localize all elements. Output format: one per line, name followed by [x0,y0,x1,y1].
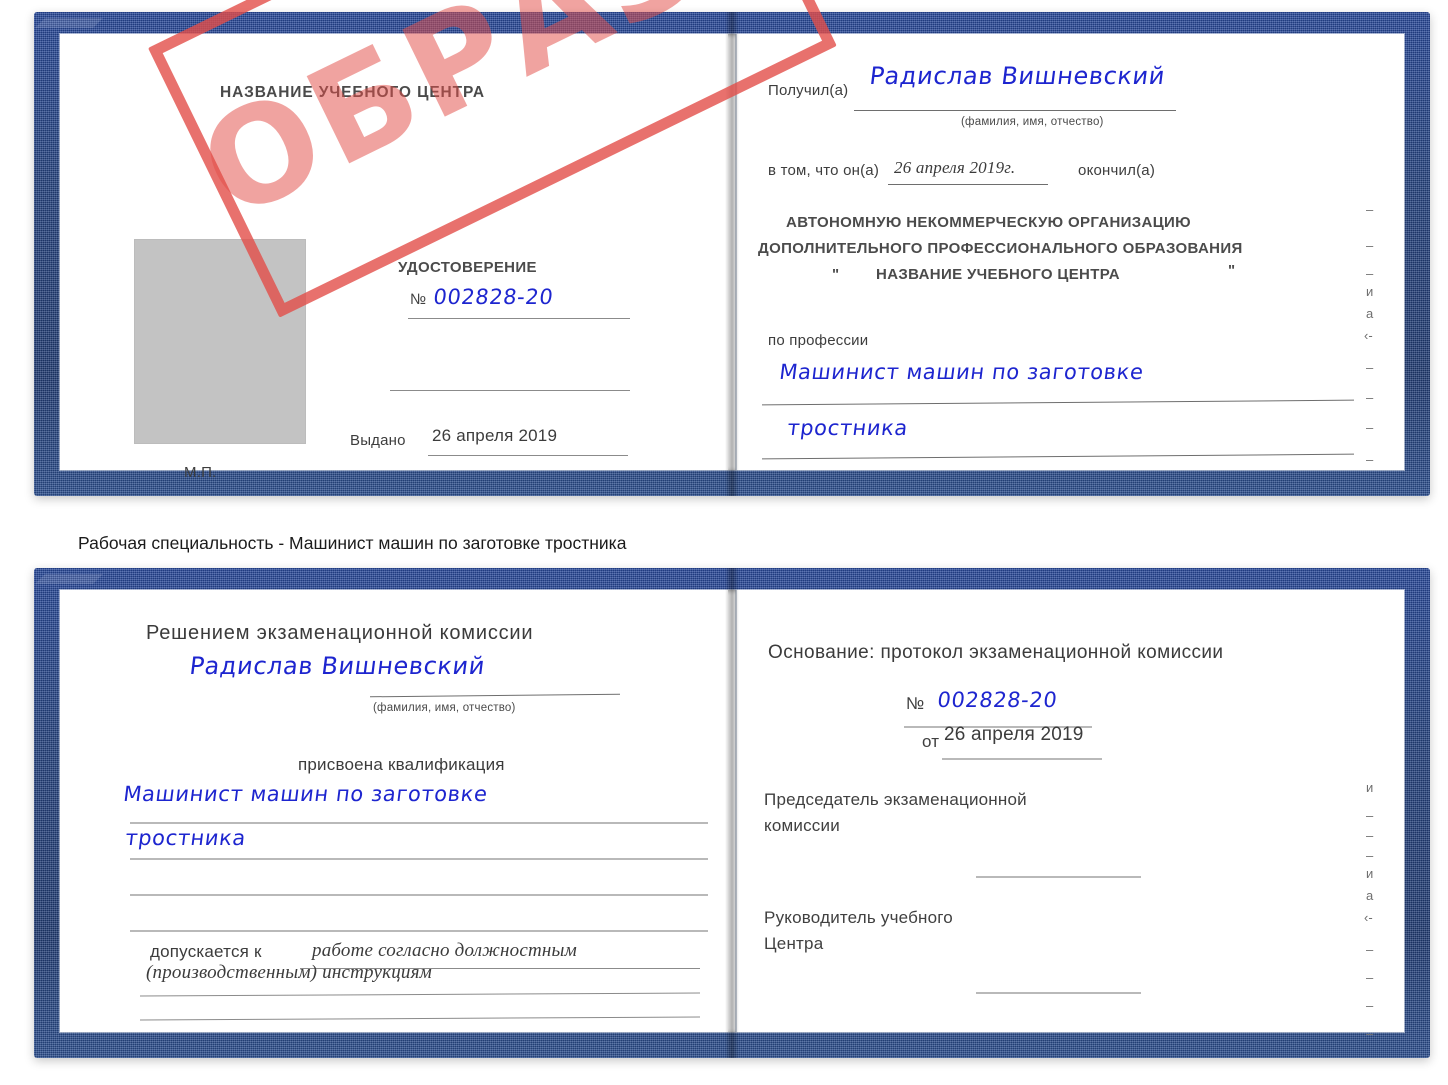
qualification-value-line-2: тростника [124,826,248,850]
margin-mark: – [1366,848,1374,863]
issued-label: Выдано [350,432,406,449]
front-right-content: Получил(а) Радислав Вишневский (фамилия,… [736,34,1404,470]
finished-label: окончил(а) [1078,162,1156,179]
margin-mark: а [1366,888,1374,903]
decision-name-rule [370,693,620,698]
organization-quote-close: " [1228,262,1236,279]
certificate-back-book: Решением экзаменационной комиссии Радисл… [34,568,1430,1058]
back-right-content: Основание: протокол экзаменационной коми… [736,590,1404,1041]
margin-mark: ‹- [1364,328,1373,343]
profession-rule-1 [762,399,1355,406]
received-label: Получил(а) [768,82,849,99]
photo-placeholder [134,239,306,444]
seal-place-label: М.П. [184,464,217,481]
profession-value-line-2: тростника [786,416,910,440]
margin-mark: – [1366,808,1374,823]
page-gutter [735,34,738,470]
margin-mark: – [1366,1026,1374,1041]
fio-hint-back: (фамилия, имя, отчество) [373,702,516,714]
margin-mark: ‹- [1364,910,1373,925]
margin-mark: и [1366,284,1374,299]
organization-line-3: НАЗВАНИЕ УЧЕБНОГО ЦЕНТРА [876,266,1120,283]
page-gutter-2 [735,590,738,1032]
image-caption: Рабочая специальность - Машинист машин п… [78,533,627,553]
certificate-number-sign: № [410,291,427,308]
qualification-value-line-1: Машинист машин по заготовке [122,782,490,806]
cover-fold-top-left-2 [35,574,103,584]
margin-mark: и [1366,780,1374,795]
protocol-date-rule [942,758,1103,760]
document-type-label: УДОСТОВЕРЕНИЕ [398,259,537,276]
admitted-rule-3 [140,1016,700,1021]
admitted-rule-2 [140,992,700,997]
protocol-date-label: от [922,732,940,751]
head-signature-rule [976,992,1142,994]
blank-rule-1 [390,390,630,391]
margin-mark: – [1366,970,1374,985]
received-rule [854,110,1177,111]
margin-mark: и [1366,866,1374,881]
chairman-label-line-2: комиссии [764,816,840,835]
protocol-date-value: 26 апреля 2019 [944,724,1084,745]
protocol-number-value: 002828-20 [936,688,1059,712]
head-label-line-2: Центра [764,934,824,953]
cover-fold-top-left [35,18,103,28]
qualification-rule-1 [130,822,708,824]
protocol-number-sign: № [906,694,925,713]
qualification-rule-4 [130,930,708,932]
margin-mark: – [1366,942,1374,957]
decision-name-value: Радислав Вишневский [188,652,487,680]
margin-mark: – [1366,266,1374,281]
admitted-label: допускается к [150,942,262,961]
issued-rule [428,455,628,456]
organization-line-2: ДОПОЛНИТЕЛЬНОГО ПРОФЕССИОНАЛЬНОГО ОБРАЗО… [758,240,1243,257]
received-name-value: Радислав Вишневский [868,62,1167,90]
certificate-front-pages: НАЗВАНИЕ УЧЕБНОГО ЦЕНТРА УДОСТОВЕРЕНИЕ №… [60,0,1404,481]
qualification-label: присвоена квалификация [298,755,505,774]
certificate-front-book: НАЗВАНИЕ УЧЕБНОГО ЦЕНТРА УДОСТОВЕРЕНИЕ №… [34,0,1430,496]
completion-date-rule [888,184,1049,185]
margin-mark: – [1366,998,1374,1013]
margin-mark: – [1366,390,1374,405]
training-center-name-heading: НАЗВАНИЕ УЧЕБНОГО ЦЕНТРА [220,84,485,101]
certificate-back-pages: Решением экзаменационной комиссии Радисл… [60,590,1404,1041]
margin-mark: – [1366,360,1374,375]
margin-mark: – [1366,828,1374,843]
organization-quote-open: " [832,266,840,283]
chairman-label-line-1: Председатель экзаменационной [764,790,1027,809]
admitted-value-line-2: (производственным) инструкциям [146,962,432,983]
qualification-rule-3 [130,894,708,896]
certificate-number-rule [408,318,630,319]
organization-line-1: АВТОНОМНУЮ НЕКОММЕРЧЕСКУЮ ОРГАНИЗАЦИЮ [786,214,1191,231]
completion-date-value: 26 апреля 2019г. [894,158,1016,177]
margin-mark: – [1366,420,1374,435]
chairman-signature-rule [976,876,1142,878]
profession-value-line-1: Машинист машин по заготовке [778,360,1146,384]
margin-mark: а [1366,306,1374,321]
fio-hint-front: (фамилия, имя, отчество) [961,116,1104,128]
profession-label: по профессии [768,332,869,349]
margin-mark: – [1366,238,1374,253]
issued-date-value: 26 апреля 2019 [432,426,558,445]
profession-rule-2 [762,453,1355,460]
margin-mark: – [1366,202,1374,217]
admitted-value-line-1: работе согласно должностным [312,940,577,961]
margin-mark: – [1366,452,1374,467]
decision-title: Решением экзаменационной комиссии [146,622,534,644]
basis-label: Основание: протокол экзаменационной коми… [768,642,1224,663]
head-label-line-1: Руководитель учебного [764,908,953,927]
certificate-number-value: 002828-20 [432,285,555,309]
qualification-rule-2 [130,858,708,860]
that-he-label: в том, что он(а) [768,162,880,179]
